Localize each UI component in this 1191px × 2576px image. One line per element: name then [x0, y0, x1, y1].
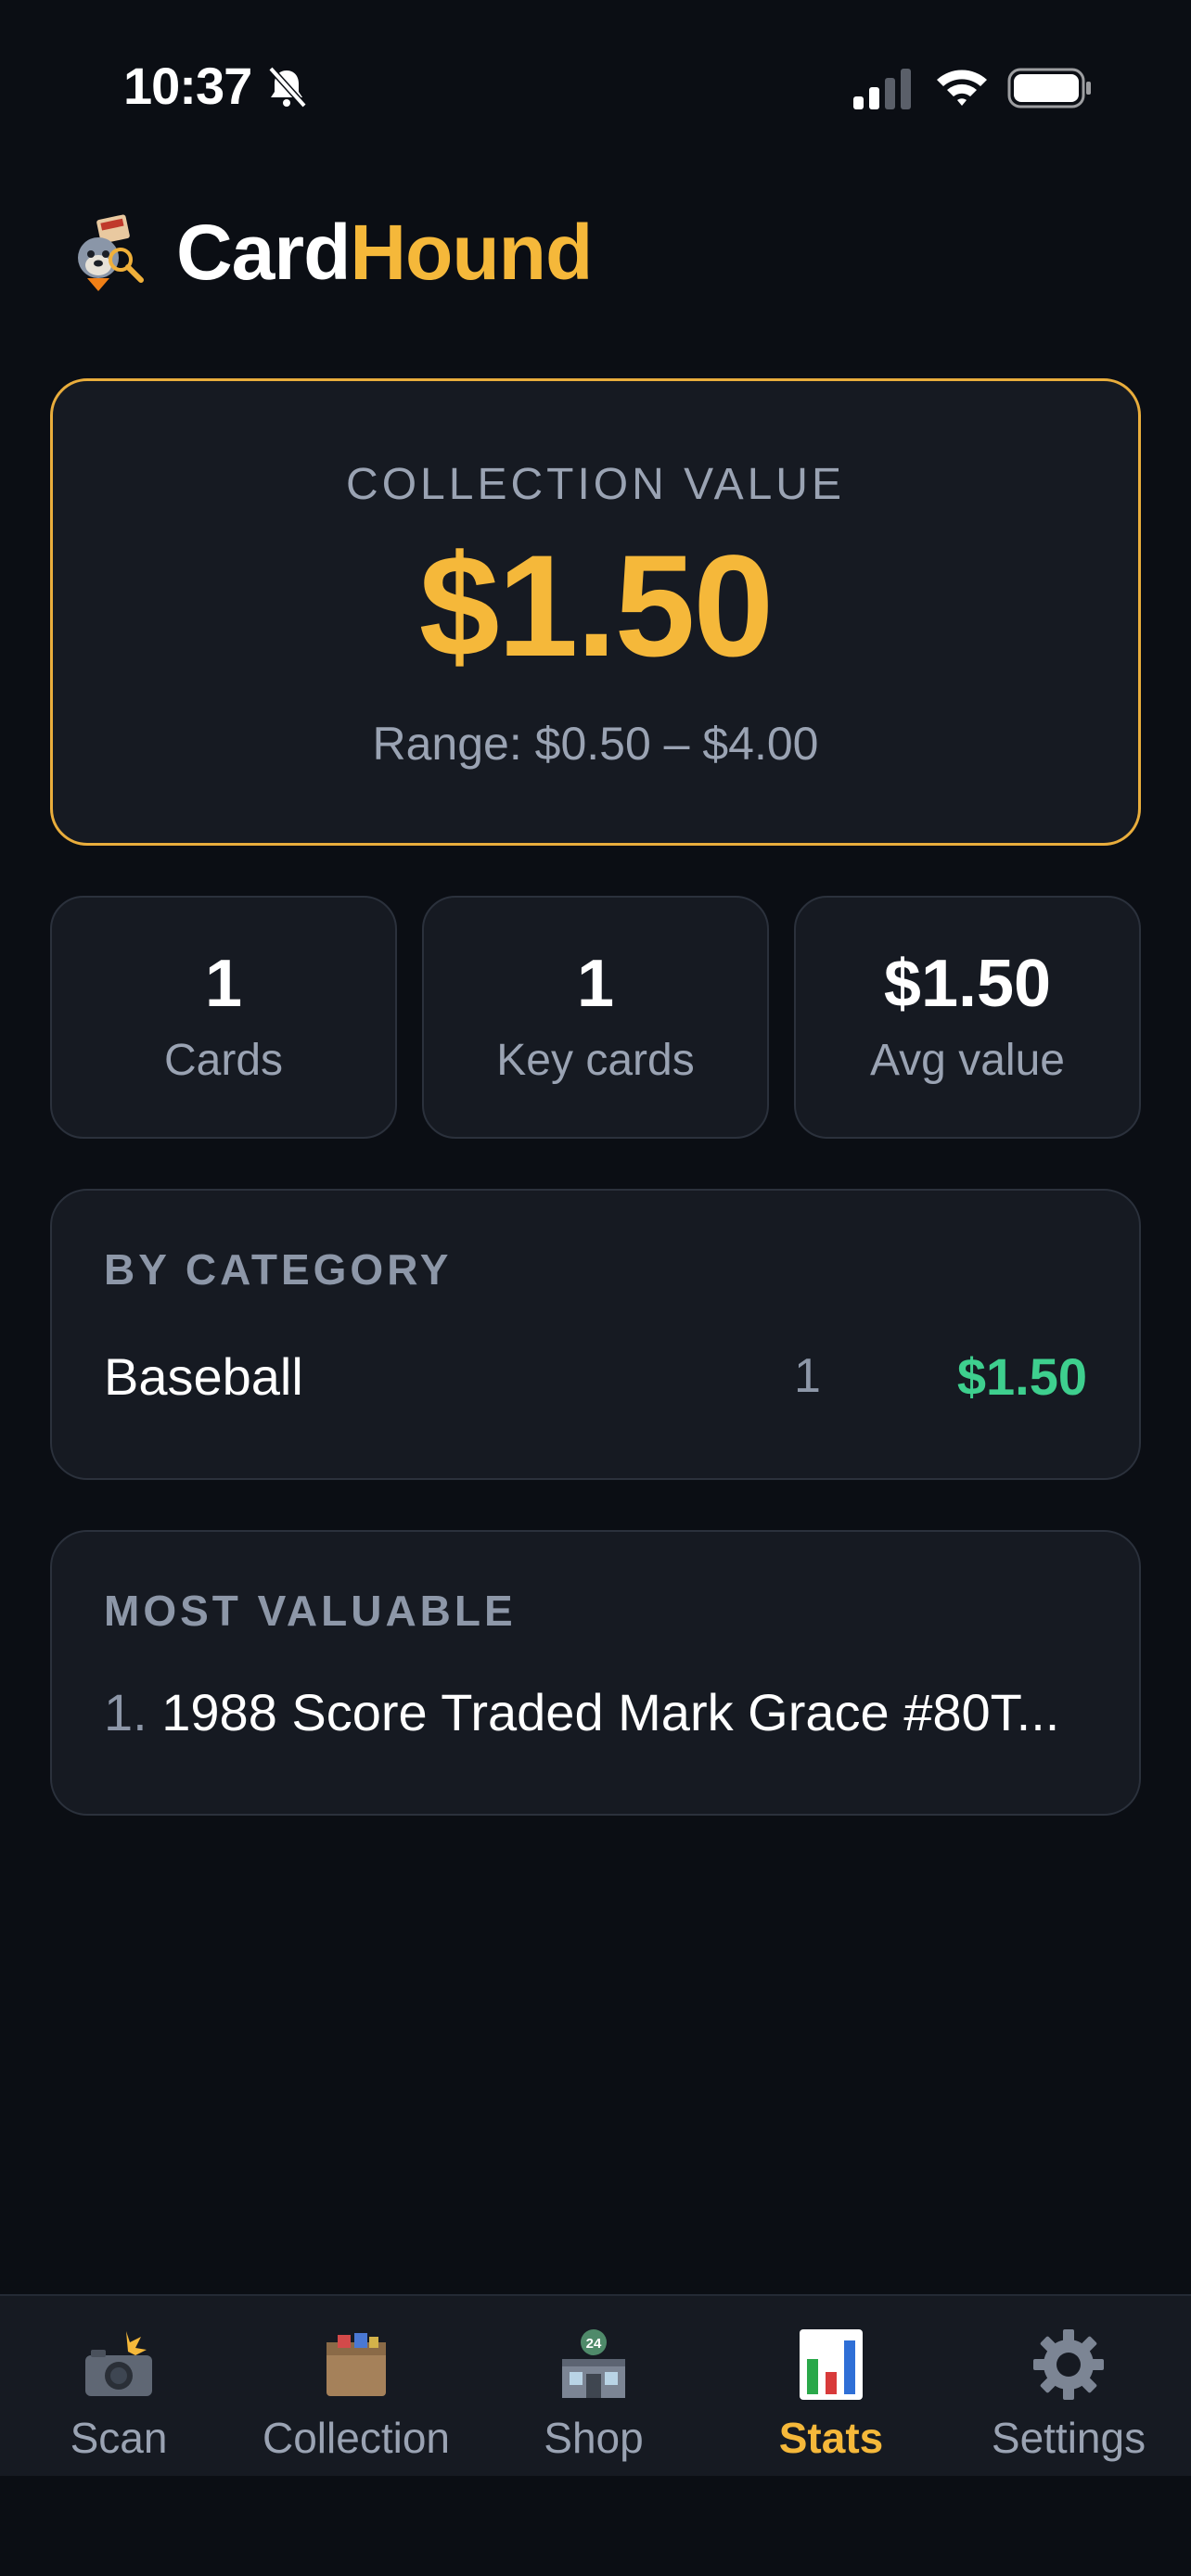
tab-label: Scan: [70, 2414, 168, 2462]
tab-collection[interactable]: Collection: [237, 2296, 475, 2476]
collection-value-amount: $1.50: [418, 526, 774, 687]
battery-icon: [1007, 68, 1091, 108]
section-title: BY CATEGORY: [104, 1245, 453, 1294]
brand-word-hound: Hound: [350, 209, 593, 296]
brand-word-card: Card: [176, 209, 351, 296]
category-name: Baseball: [104, 1347, 303, 1406]
tab-settings[interactable]: Settings: [950, 2296, 1187, 2476]
item-rank: 1.: [104, 1683, 147, 1741]
stat-value: 1: [576, 947, 615, 1021]
status-bar: 10:37: [0, 0, 1191, 176]
box-icon: [327, 2333, 386, 2396]
most-valuable-card: MOST VALUABLE 1. 1988 Score Traded Mark …: [50, 1530, 1141, 1816]
wifi-icon: [937, 70, 987, 106]
stat-label: Cards: [163, 1036, 284, 1085]
category-value: $1.50: [956, 1347, 1087, 1406]
tab-stats[interactable]: Stats: [712, 2296, 950, 2476]
collection-value-label: COLLECTION VALUE: [346, 460, 845, 509]
category-count: 1: [794, 1349, 821, 1403]
gear-icon: [1033, 2329, 1104, 2400]
tab-label: Shop: [544, 2414, 644, 2462]
stat-label: Avg value: [870, 1036, 1065, 1085]
tab-label: Collection: [263, 2414, 450, 2462]
silent-mode-bell-icon: [268, 66, 307, 108]
camera-flash-icon: [85, 2331, 152, 2396]
tab-label: Stats: [778, 2414, 884, 2462]
tab-scan[interactable]: Scan: [0, 2296, 237, 2476]
stat-tile-key-cards: 1 Key cards: [422, 896, 769, 1139]
stat-label: Key cards: [496, 1036, 695, 1085]
svg-text:24: 24: [586, 2336, 602, 2352]
item-name: 1988 Score Traded Mark Grace #80T...: [161, 1683, 1060, 1741]
stat-value: 1: [204, 947, 243, 1021]
collection-value-card: COLLECTION VALUE $1.50 Range: $0.50 – $4…: [50, 378, 1141, 846]
tab-label: Settings: [991, 2414, 1146, 2462]
by-category-card: BY CATEGORY Baseball 1 $1.50: [50, 1189, 1141, 1480]
stat-tile-cards: 1 Cards: [50, 896, 397, 1139]
collection-value-range: Range: $0.50 – $4.00: [372, 718, 819, 770]
status-time: 10:37: [123, 57, 252, 115]
cellular-signal-icon: [853, 69, 911, 109]
convenience-store-icon: 24: [562, 2329, 625, 2398]
tab-bar: Scan Collection 24 Shop Stats Settings: [0, 2294, 1191, 2476]
tab-shop[interactable]: 24 Shop: [475, 2296, 712, 2476]
most-valuable-item[interactable]: 1. 1988 Score Traded Mark Grace #80T...: [104, 1682, 1087, 1742]
cardhound-logo-icon: [78, 214, 144, 291]
section-title: MOST VALUABLE: [104, 1587, 517, 1635]
bar-chart-icon: [800, 2329, 863, 2400]
stat-value: $1.50: [883, 947, 1052, 1021]
app-title: CardHound: [176, 206, 593, 299]
stat-tile-avg-value: $1.50 Avg value: [794, 896, 1141, 1139]
